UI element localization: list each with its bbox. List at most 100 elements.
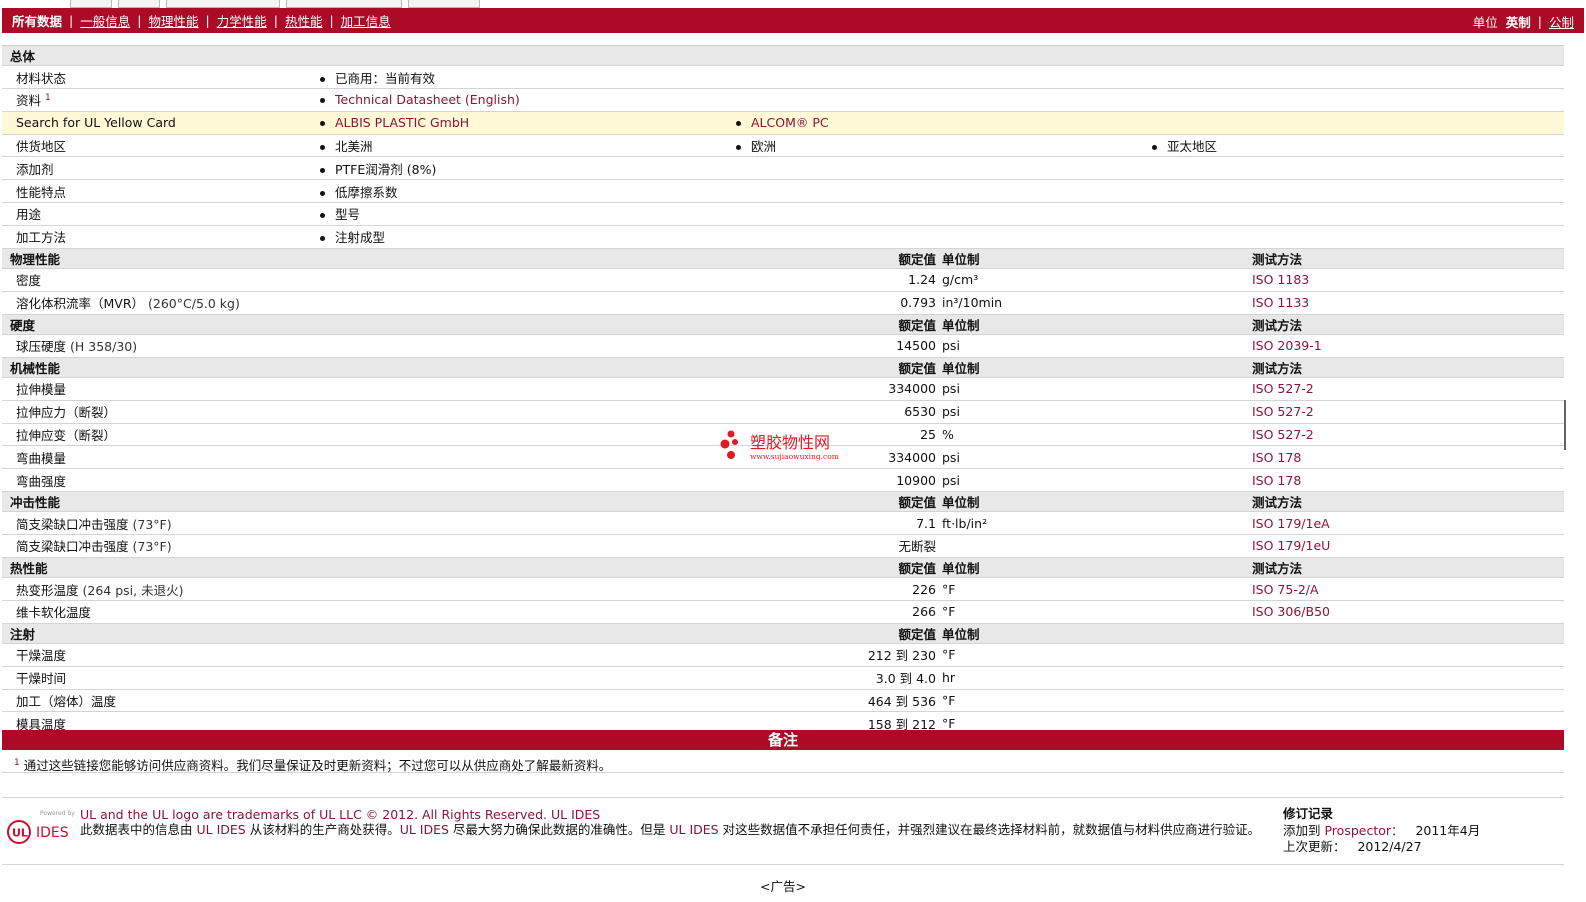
metric-unit-link[interactable]: 公制: [1549, 12, 1574, 31]
unit-value: °F: [942, 647, 956, 663]
property-label: 材料状态: [16, 68, 66, 87]
list-link[interactable]: Technical Datasheet (English): [335, 92, 520, 107]
nav-separator: |: [1537, 14, 1542, 29]
test-method-link[interactable]: ISO 75-2/A: [1252, 582, 1319, 597]
property-label-text: 拉伸应力（断裂）: [16, 405, 117, 421]
property-label-text: 资料: [16, 93, 42, 109]
test-method-link[interactable]: ISO 1183: [1252, 272, 1309, 287]
bullet-icon: [320, 98, 325, 104]
property-label: 弯曲强度: [16, 471, 66, 490]
list-text: 注射成型: [335, 230, 386, 246]
prospector-link[interactable]: Prospector：: [1324, 823, 1403, 838]
list-item: 型号: [320, 204, 360, 223]
column-header-nominal: 额定值: [898, 560, 936, 576]
ul-ides-link[interactable]: UL IDES: [196, 822, 245, 837]
top-tab[interactable]: [286, 0, 402, 8]
bullet-icon: [320, 213, 325, 219]
svg-text:UL: UL: [12, 827, 28, 840]
test-method-link[interactable]: ISO 179/1eA: [1252, 516, 1330, 531]
unit-value: °F: [942, 693, 956, 708]
property-label-text: 干燥温度: [16, 648, 67, 664]
list-item: ALCOM® PC: [736, 115, 829, 130]
nominal-value: 无断裂: [898, 539, 936, 555]
nominal-value: 266: [912, 604, 936, 620]
test-method-link[interactable]: ISO 179/1eU: [1252, 538, 1330, 553]
property-label-text: 加工方法: [16, 230, 67, 246]
revision-history: 修订记录 添加到 Prospector： 2011年4月 上次更新： 2012/…: [1283, 806, 1481, 854]
section-title: 冲击性能: [10, 495, 61, 511]
test-method-link[interactable]: ISO 1133: [1252, 295, 1309, 310]
column-header-unit: 单位制: [942, 251, 980, 267]
list-item: 低摩擦系数: [320, 182, 398, 201]
section-title: 热性能: [10, 560, 48, 576]
list-item: 注射成型: [320, 227, 385, 246]
nav-tab[interactable]: 物理性能: [148, 11, 198, 30]
test-method-link[interactable]: ISO 527-2: [1252, 404, 1314, 419]
ul-ides-logo: Powered by UL IDES: [6, 808, 76, 848]
bullet-icon: [320, 190, 325, 196]
table-row: 加工方法 注射成型: [2, 226, 1564, 249]
list-link[interactable]: ALCOM® PC: [751, 115, 829, 130]
top-tab[interactable]: [408, 0, 480, 8]
test-method-link[interactable]: ISO 306/B50: [1252, 604, 1330, 619]
unit-value: psi: [942, 338, 960, 354]
added-date: 2011年4月: [1415, 822, 1481, 838]
property-label-text: 干燥时间: [16, 671, 67, 687]
section-header: 物理性能 额定值 单位制 测试方法: [2, 248, 1564, 269]
table-row: 简支梁缺口冲击强度 (73°F) 无断裂 ISO 179/1eU: [2, 535, 1564, 558]
test-method-link[interactable]: ISO 2039-1: [1252, 338, 1322, 353]
property-label: Search for UL Yellow Card: [16, 115, 176, 130]
table-row: 资料 1 Technical Datasheet (English): [2, 89, 1564, 112]
column-header-test: 测试方法: [1252, 317, 1303, 333]
nav-tab[interactable]: 热性能: [285, 11, 323, 30]
nav-tab[interactable]: 一般信息: [80, 11, 130, 30]
footer: Powered by UL IDES UL and the UL logo ar…: [2, 797, 1564, 865]
column-header-nominal: 额定值: [898, 360, 936, 376]
property-condition: (260°C/5.0 kg): [148, 296, 240, 312]
unit-value: °F: [942, 604, 956, 620]
top-tab[interactable]: [118, 0, 160, 8]
column-header-nominal: 额定值: [898, 495, 936, 511]
watermark-name: 塑胶物性网: [750, 433, 830, 452]
property-label: 加工（熔体）温度: [16, 691, 116, 710]
table-row: 拉伸模量 334000 psi ISO 527-2: [2, 378, 1564, 401]
scrollbar-marker[interactable]: [1564, 400, 1566, 450]
test-method-link[interactable]: ISO 178: [1252, 473, 1301, 488]
nav-separator: |: [205, 13, 210, 28]
test-method-link[interactable]: ISO 527-2: [1252, 427, 1314, 442]
nominal-value: 1.24: [908, 272, 936, 288]
property-condition: (73°F): [132, 539, 172, 555]
nav-tab[interactable]: 力学性能: [217, 11, 267, 30]
property-label-text: 密度: [16, 273, 42, 289]
list-link[interactable]: ALBIS PLASTIC GmbH: [335, 115, 469, 130]
property-label: 供货地区: [16, 136, 66, 155]
nav-separator: |: [273, 13, 278, 28]
nominal-value: 0.793: [900, 295, 936, 311]
property-label-text: 球压硬度: [16, 339, 67, 355]
property-label: 溶化体积流率（MVR） (260°C/5.0 kg): [16, 293, 240, 312]
list-text: 已商用：当前有效: [335, 70, 436, 86]
ul-logo-icon: Powered by UL IDES: [7, 810, 75, 844]
units-label: 单位: [1472, 15, 1498, 30]
property-label-text: 维卡软化温度: [16, 605, 92, 621]
footnote-marker: 1: [14, 758, 20, 768]
property-label-text: 材料状态: [16, 70, 67, 86]
nominal-value: 14500: [896, 338, 936, 354]
ul-ides-link[interactable]: UL IDES: [400, 822, 449, 837]
property-label-text: 性能特点: [16, 184, 67, 200]
ul-ides-link[interactable]: UL IDES: [669, 822, 718, 837]
test-method-link[interactable]: ISO 178: [1252, 450, 1301, 465]
test-method-link[interactable]: ISO 527-2: [1252, 381, 1314, 396]
top-tab[interactable]: [70, 0, 112, 8]
watermark: 塑胶物性网 www.sujiaowuxing.com: [720, 428, 860, 464]
table-row: 用途 型号: [2, 203, 1564, 226]
svg-text:Powered by: Powered by: [40, 810, 75, 817]
property-label: 弯曲模量: [16, 448, 66, 467]
section-header: 冲击性能 额定值 单位制 测试方法: [2, 491, 1564, 513]
property-label-text: 简支梁缺口冲击强度: [16, 539, 129, 555]
footnote: 1 通过这些链接您能够访问供应商资料。我们尽量保证及时更新资料；不过您可以从供应…: [2, 751, 1564, 773]
table-row: 供货地区 北美洲 欧洲 亚太地区: [2, 135, 1564, 158]
nav-tab[interactable]: 加工信息: [341, 11, 391, 30]
top-tab[interactable]: [166, 0, 280, 8]
trademark-notice: UL and the UL logo are trademarks of UL …: [80, 807, 601, 822]
